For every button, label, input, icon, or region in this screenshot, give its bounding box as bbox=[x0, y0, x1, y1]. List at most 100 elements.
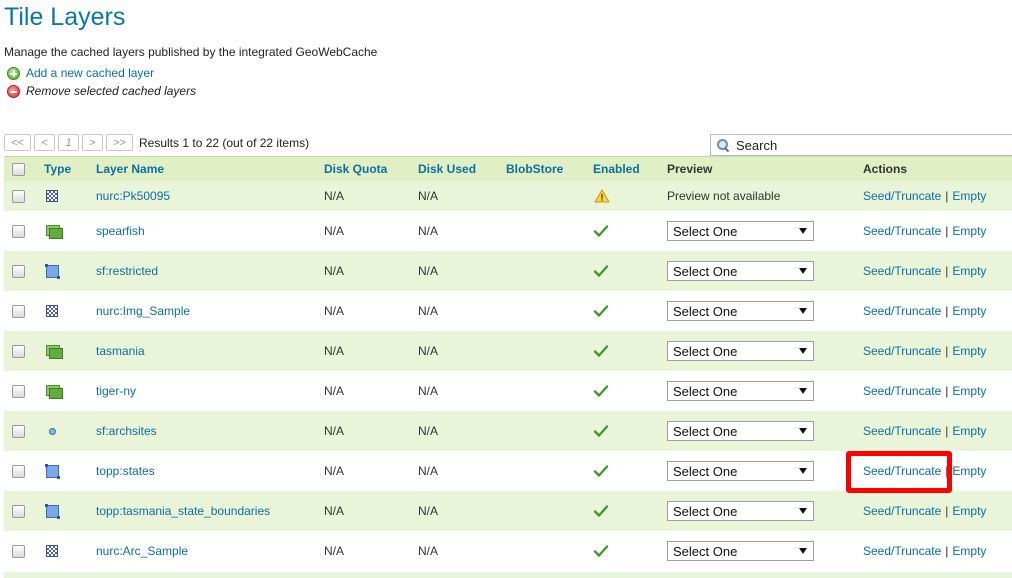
layer-name-link[interactable]: sf:restricted bbox=[96, 264, 158, 278]
check-icon bbox=[594, 345, 608, 357]
header-enabled[interactable]: Enabled bbox=[593, 157, 640, 181]
row-checkbox[interactable] bbox=[12, 424, 25, 438]
seed-truncate-link[interactable]: Seed/Truncate bbox=[863, 224, 941, 238]
preview-select[interactable]: Select One bbox=[667, 341, 814, 361]
row-checkbox[interactable] bbox=[12, 344, 25, 358]
polygon-layer-icon bbox=[45, 463, 60, 479]
pager-first-button[interactable]: << bbox=[4, 134, 31, 151]
layer-name-link[interactable]: topp:tasmania_state_boundaries bbox=[96, 504, 270, 518]
check-icon bbox=[594, 385, 608, 397]
layer-name-link[interactable]: nurc:Arc_Sample bbox=[96, 544, 188, 558]
action-separator: | bbox=[945, 344, 949, 358]
preview-select[interactable]: Select One bbox=[667, 301, 814, 321]
preview-select[interactable]: Select One bbox=[667, 381, 814, 401]
pager-current-page[interactable]: 1 bbox=[58, 134, 79, 151]
seed-truncate-link[interactable]: Seed/Truncate bbox=[863, 384, 941, 398]
header-layer-name[interactable]: Layer Name bbox=[96, 157, 164, 181]
seed-truncate-link[interactable]: Seed/Truncate bbox=[863, 264, 941, 278]
disk-used-value: N/A bbox=[418, 424, 439, 438]
remove-layers-link[interactable]: Remove selected cached layers bbox=[7, 83, 196, 99]
row-checkbox[interactable] bbox=[12, 504, 25, 518]
layer-name-link[interactable]: tasmania bbox=[96, 344, 145, 358]
disk-quota-value: N/A bbox=[324, 544, 345, 558]
empty-link[interactable]: Empty bbox=[952, 424, 986, 438]
empty-link[interactable]: Empty bbox=[952, 224, 986, 238]
seed-truncate-link[interactable]: Seed/Truncate bbox=[863, 189, 941, 203]
empty-link[interactable]: Empty bbox=[952, 344, 986, 358]
check-icon bbox=[594, 465, 608, 477]
pager-last-button[interactable]: >> bbox=[106, 134, 133, 151]
row-checkbox[interactable] bbox=[12, 384, 25, 398]
pager-prev-button[interactable]: < bbox=[34, 134, 55, 151]
row-checkbox[interactable] bbox=[12, 544, 25, 558]
preview-select[interactable]: Select One bbox=[667, 221, 814, 241]
table-header: Type Layer Name Disk Quota Disk Used Blo… bbox=[4, 156, 1012, 181]
table-row: nurc:Pk50095 N/A N/A Preview not available S… bbox=[4, 181, 1012, 211]
disk-quota-value: N/A bbox=[324, 264, 345, 278]
empty-link[interactable]: Empty bbox=[952, 544, 986, 558]
polygon-layer-icon bbox=[45, 263, 60, 279]
empty-link[interactable]: Empty bbox=[952, 504, 986, 518]
layer-name-link[interactable]: topp:states bbox=[96, 464, 155, 478]
dropdown-arrow-icon bbox=[799, 468, 807, 474]
empty-link[interactable]: Empty bbox=[952, 189, 986, 203]
seed-truncate-link[interactable]: Seed/Truncate bbox=[863, 464, 941, 478]
check-icon bbox=[594, 425, 608, 437]
disk-used-value: N/A bbox=[418, 189, 439, 203]
seed-truncate-link[interactable]: Seed/Truncate bbox=[863, 344, 941, 358]
warning-icon bbox=[594, 189, 610, 203]
search-box[interactable] bbox=[710, 134, 1012, 156]
preview-select-value: Select One bbox=[673, 343, 738, 359]
layer-group-icon bbox=[46, 225, 63, 239]
search-input[interactable] bbox=[736, 137, 996, 153]
check-icon bbox=[594, 265, 608, 277]
layer-name-link[interactable]: nurc:Pk50095 bbox=[96, 189, 170, 203]
pager-next-button[interactable]: > bbox=[82, 134, 103, 151]
seed-truncate-link[interactable]: Seed/Truncate bbox=[863, 544, 941, 558]
empty-link[interactable]: Empty bbox=[952, 384, 986, 398]
header-blobstore[interactable]: BlobStore bbox=[506, 157, 563, 181]
layer-name-link[interactable]: sf:archsites bbox=[96, 424, 157, 438]
row-checkbox[interactable] bbox=[12, 304, 25, 318]
preview-unavailable: Preview not available bbox=[667, 189, 781, 203]
add-layer-link[interactable]: Add a new cached layer bbox=[7, 65, 154, 81]
disk-used-value: N/A bbox=[418, 224, 439, 238]
disk-quota-value: N/A bbox=[324, 224, 345, 238]
row-checkbox[interactable] bbox=[12, 189, 25, 203]
table-row: nurc:Img_Sample N/A N/A Select One Seed/Trun… bbox=[4, 291, 1012, 331]
add-layer-label[interactable]: Add a new cached layer bbox=[26, 66, 154, 80]
empty-link[interactable]: Empty bbox=[952, 304, 986, 318]
seed-truncate-link[interactable]: Seed/Truncate bbox=[863, 424, 941, 438]
preview-select[interactable]: Select One bbox=[667, 261, 814, 281]
table-row: spearfish N/A N/A Select One Seed/Truncate | E… bbox=[4, 211, 1012, 251]
layer-name-link[interactable]: spearfish bbox=[96, 224, 145, 238]
empty-link[interactable]: Empty bbox=[952, 464, 986, 478]
preview-select[interactable]: Select One bbox=[667, 541, 814, 561]
preview-select[interactable]: Select One bbox=[667, 421, 814, 441]
dropdown-arrow-icon bbox=[799, 548, 807, 554]
seed-truncate-link[interactable]: Seed/Truncate bbox=[863, 504, 941, 518]
header-disk-quota[interactable]: Disk Quota bbox=[324, 157, 387, 181]
header-disk-used[interactable]: Disk Used bbox=[418, 157, 476, 181]
layer-name-link[interactable]: nurc:Img_Sample bbox=[96, 304, 190, 318]
select-all-checkbox[interactable] bbox=[12, 162, 25, 176]
remove-layers-label[interactable]: Remove selected cached layers bbox=[26, 84, 196, 98]
table-row: topp:tasmania_state_boundaries N/A N/A Sele… bbox=[4, 491, 1012, 531]
row-checkbox[interactable] bbox=[12, 464, 25, 478]
preview-select[interactable]: Select One bbox=[667, 461, 814, 481]
preview-select-value: Select One bbox=[673, 463, 738, 479]
seed-truncate-link[interactable]: Seed/Truncate bbox=[863, 304, 941, 318]
dropdown-arrow-icon bbox=[799, 508, 807, 514]
header-type[interactable]: Type bbox=[44, 157, 71, 181]
layer-name-link[interactable]: tiger-ny bbox=[96, 384, 136, 398]
row-checkbox[interactable] bbox=[12, 264, 25, 278]
table-row: topp:states N/A N/A Select One Seed/Truncate… bbox=[4, 451, 1012, 491]
preview-select-value: Select One bbox=[673, 303, 738, 319]
disk-quota-value: N/A bbox=[324, 504, 345, 518]
empty-link[interactable]: Empty bbox=[952, 264, 986, 278]
dropdown-arrow-icon bbox=[799, 388, 807, 394]
search-icon bbox=[717, 138, 730, 152]
page-title: Tile Layers bbox=[4, 3, 126, 31]
preview-select[interactable]: Select One bbox=[667, 501, 814, 521]
row-checkbox[interactable] bbox=[12, 224, 25, 238]
